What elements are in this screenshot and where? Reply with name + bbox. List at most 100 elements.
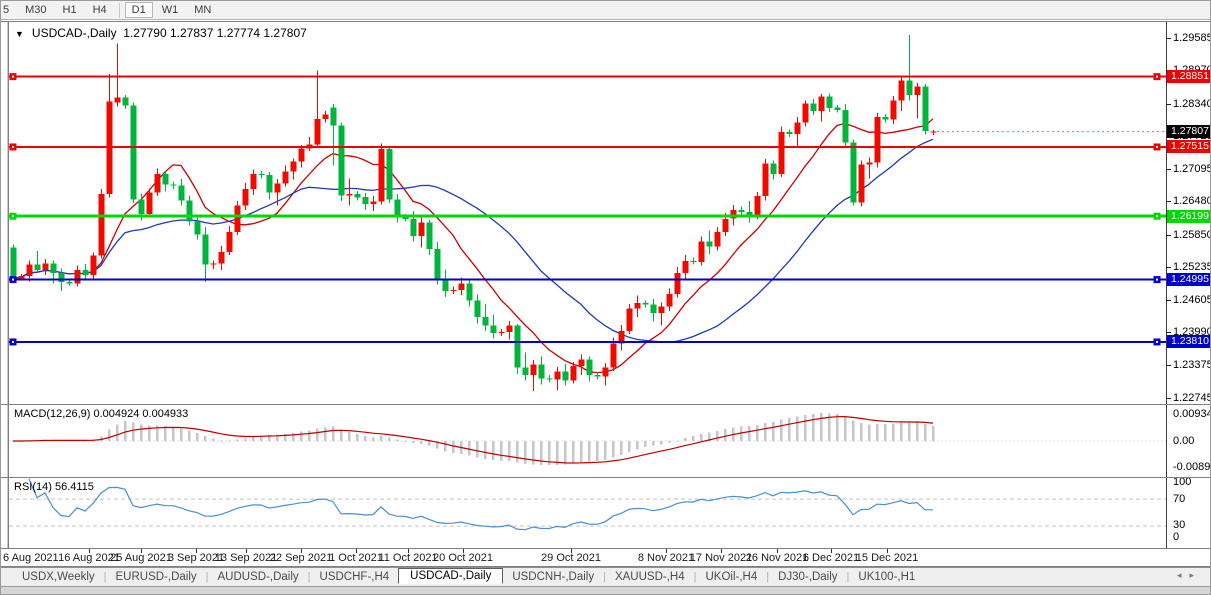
main-chart-plot[interactable] [9, 22, 1166, 404]
macd-histogram-bar [892, 424, 895, 442]
tab-audusd-daily[interactable]: AUDUSD-,Daily [209, 570, 308, 584]
candle-body [435, 249, 441, 279]
timeframe-button-5[interactable]: 5 [1, 3, 16, 17]
tab-usdcnh-daily[interactable]: USDCNH-,Daily [503, 570, 603, 584]
date-tick-label: 8 Nov 2021 [638, 552, 694, 564]
candle-body [691, 261, 697, 262]
price-tick-dash [1166, 38, 1171, 39]
panel-border [1, 548, 1211, 549]
candle-body [603, 368, 609, 377]
date-tick-dash [356, 549, 357, 553]
macd-histogram-bar [524, 441, 527, 464]
candle-body [123, 98, 129, 106]
rsi-panel-plot[interactable] [9, 478, 1166, 548]
ma-fast-line [13, 119, 933, 373]
tab-scroll-left-icon[interactable]: ◂ [1177, 570, 1190, 580]
timeframe-button-d1[interactable]: D1 [125, 2, 153, 18]
candle-body [75, 270, 81, 284]
macd-histogram-bar [404, 441, 407, 442]
candle-body [531, 365, 537, 376]
candle-body [507, 326, 513, 332]
candle-body [339, 126, 345, 196]
candle-body [899, 80, 905, 100]
timeframe-button-h1[interactable]: H1 [56, 3, 84, 17]
chart-tab-bar: USDX,Weekly|EURUSD-,Daily|AUDUSD-,Daily|… [1, 567, 1211, 586]
timeframe-button-w1[interactable]: W1 [155, 3, 186, 17]
macd-histogram-bar [916, 422, 919, 441]
candle-body [35, 265, 41, 270]
price-tick-dash [1166, 267, 1171, 268]
timeframe-button-h4[interactable]: H4 [86, 3, 114, 17]
date-tick-dash [571, 549, 572, 553]
candle-body [275, 184, 281, 193]
macd-histogram-bar [420, 441, 423, 444]
candle-body [923, 87, 929, 131]
tab-usdchf-h4[interactable]: USDCHF-,H4 [311, 570, 399, 584]
window-bottom-edge [1, 586, 1211, 595]
candle-body [875, 117, 881, 162]
price-tick-label: 1.28340 [1173, 98, 1211, 110]
candle-body [891, 100, 897, 119]
date-tick-dash [831, 549, 832, 553]
tab-scroll-right-icon[interactable]: ▸ [1189, 570, 1202, 580]
tab-ukoil-h4[interactable]: UKOil-,H4 [696, 570, 766, 584]
candle-body [139, 199, 145, 214]
macd-histogram-bar [220, 440, 223, 441]
tab-uk100-h1[interactable]: UK100-,H1 [849, 570, 924, 584]
rsi-axis-label: 70 [1173, 493, 1185, 505]
date-tick-label: 25 Aug 2021 [110, 552, 172, 564]
candle-body [627, 308, 633, 331]
macd-histogram-bar [356, 434, 359, 441]
candle-body [555, 371, 561, 379]
macd-histogram-bar [316, 429, 319, 441]
candle-body [763, 164, 769, 197]
date-tick-label: 29 Oct 2021 [541, 552, 601, 564]
candle-body [883, 117, 889, 119]
candle-body [667, 294, 673, 307]
candle-body [459, 284, 465, 290]
macd-histogram-bar [740, 427, 743, 442]
candle-body [443, 279, 449, 291]
candle-body [579, 359, 585, 366]
candle-body [219, 252, 225, 264]
date-tick-label: 6 Dec 2021 [803, 552, 859, 564]
macd-histogram-bar [196, 433, 199, 441]
tab-eurusd-daily[interactable]: EURUSD-,Daily [107, 570, 206, 584]
macd-histogram-bar [628, 441, 631, 452]
candle-body [835, 108, 841, 110]
macd-histogram-bar [588, 441, 591, 462]
macd-histogram-bar [660, 441, 663, 444]
macd-histogram-bar [900, 422, 903, 441]
candle-body [43, 264, 49, 270]
timeframe-button-mn[interactable]: MN [187, 3, 218, 17]
macd-histogram-bar [908, 422, 911, 441]
timeframe-button-m30[interactable]: M30 [18, 3, 53, 17]
candle-body [99, 194, 105, 256]
tab-usdx-weekly[interactable]: USDX,Weekly [13, 570, 104, 584]
candle-body [163, 174, 169, 185]
candle-body [643, 303, 649, 305]
candle-body [427, 223, 433, 249]
macd-histogram-bar [748, 426, 751, 441]
candle-body [651, 305, 657, 313]
macd-histogram-bar [836, 414, 839, 441]
macd-histogram-bar [764, 423, 767, 441]
macd-histogram-bar [116, 425, 119, 442]
macd-histogram-bar [676, 440, 679, 441]
date-tick-dash [301, 549, 302, 553]
macd-histogram-bar [684, 438, 687, 441]
macd-histogram-bar [348, 432, 351, 441]
tab-usdcad-daily[interactable]: USDCAD-,Daily [398, 568, 503, 584]
price-tick-dash [1166, 235, 1171, 236]
macd-histogram-bar [236, 440, 239, 441]
candle-body [483, 317, 489, 325]
candle-body [811, 104, 817, 111]
candle-body [827, 97, 833, 108]
candle-body [707, 241, 713, 246]
rsi-axis-label: 0 [1173, 531, 1179, 543]
macd-histogram-bar [756, 425, 759, 441]
date-tick-label: 17 Nov 2021 [690, 552, 752, 564]
tab-dj30-daily[interactable]: DJ30-,Daily [769, 570, 846, 584]
date-tick-dash [463, 549, 464, 553]
tab-xauusd-h4[interactable]: XAUUSD-,H4 [606, 570, 694, 584]
